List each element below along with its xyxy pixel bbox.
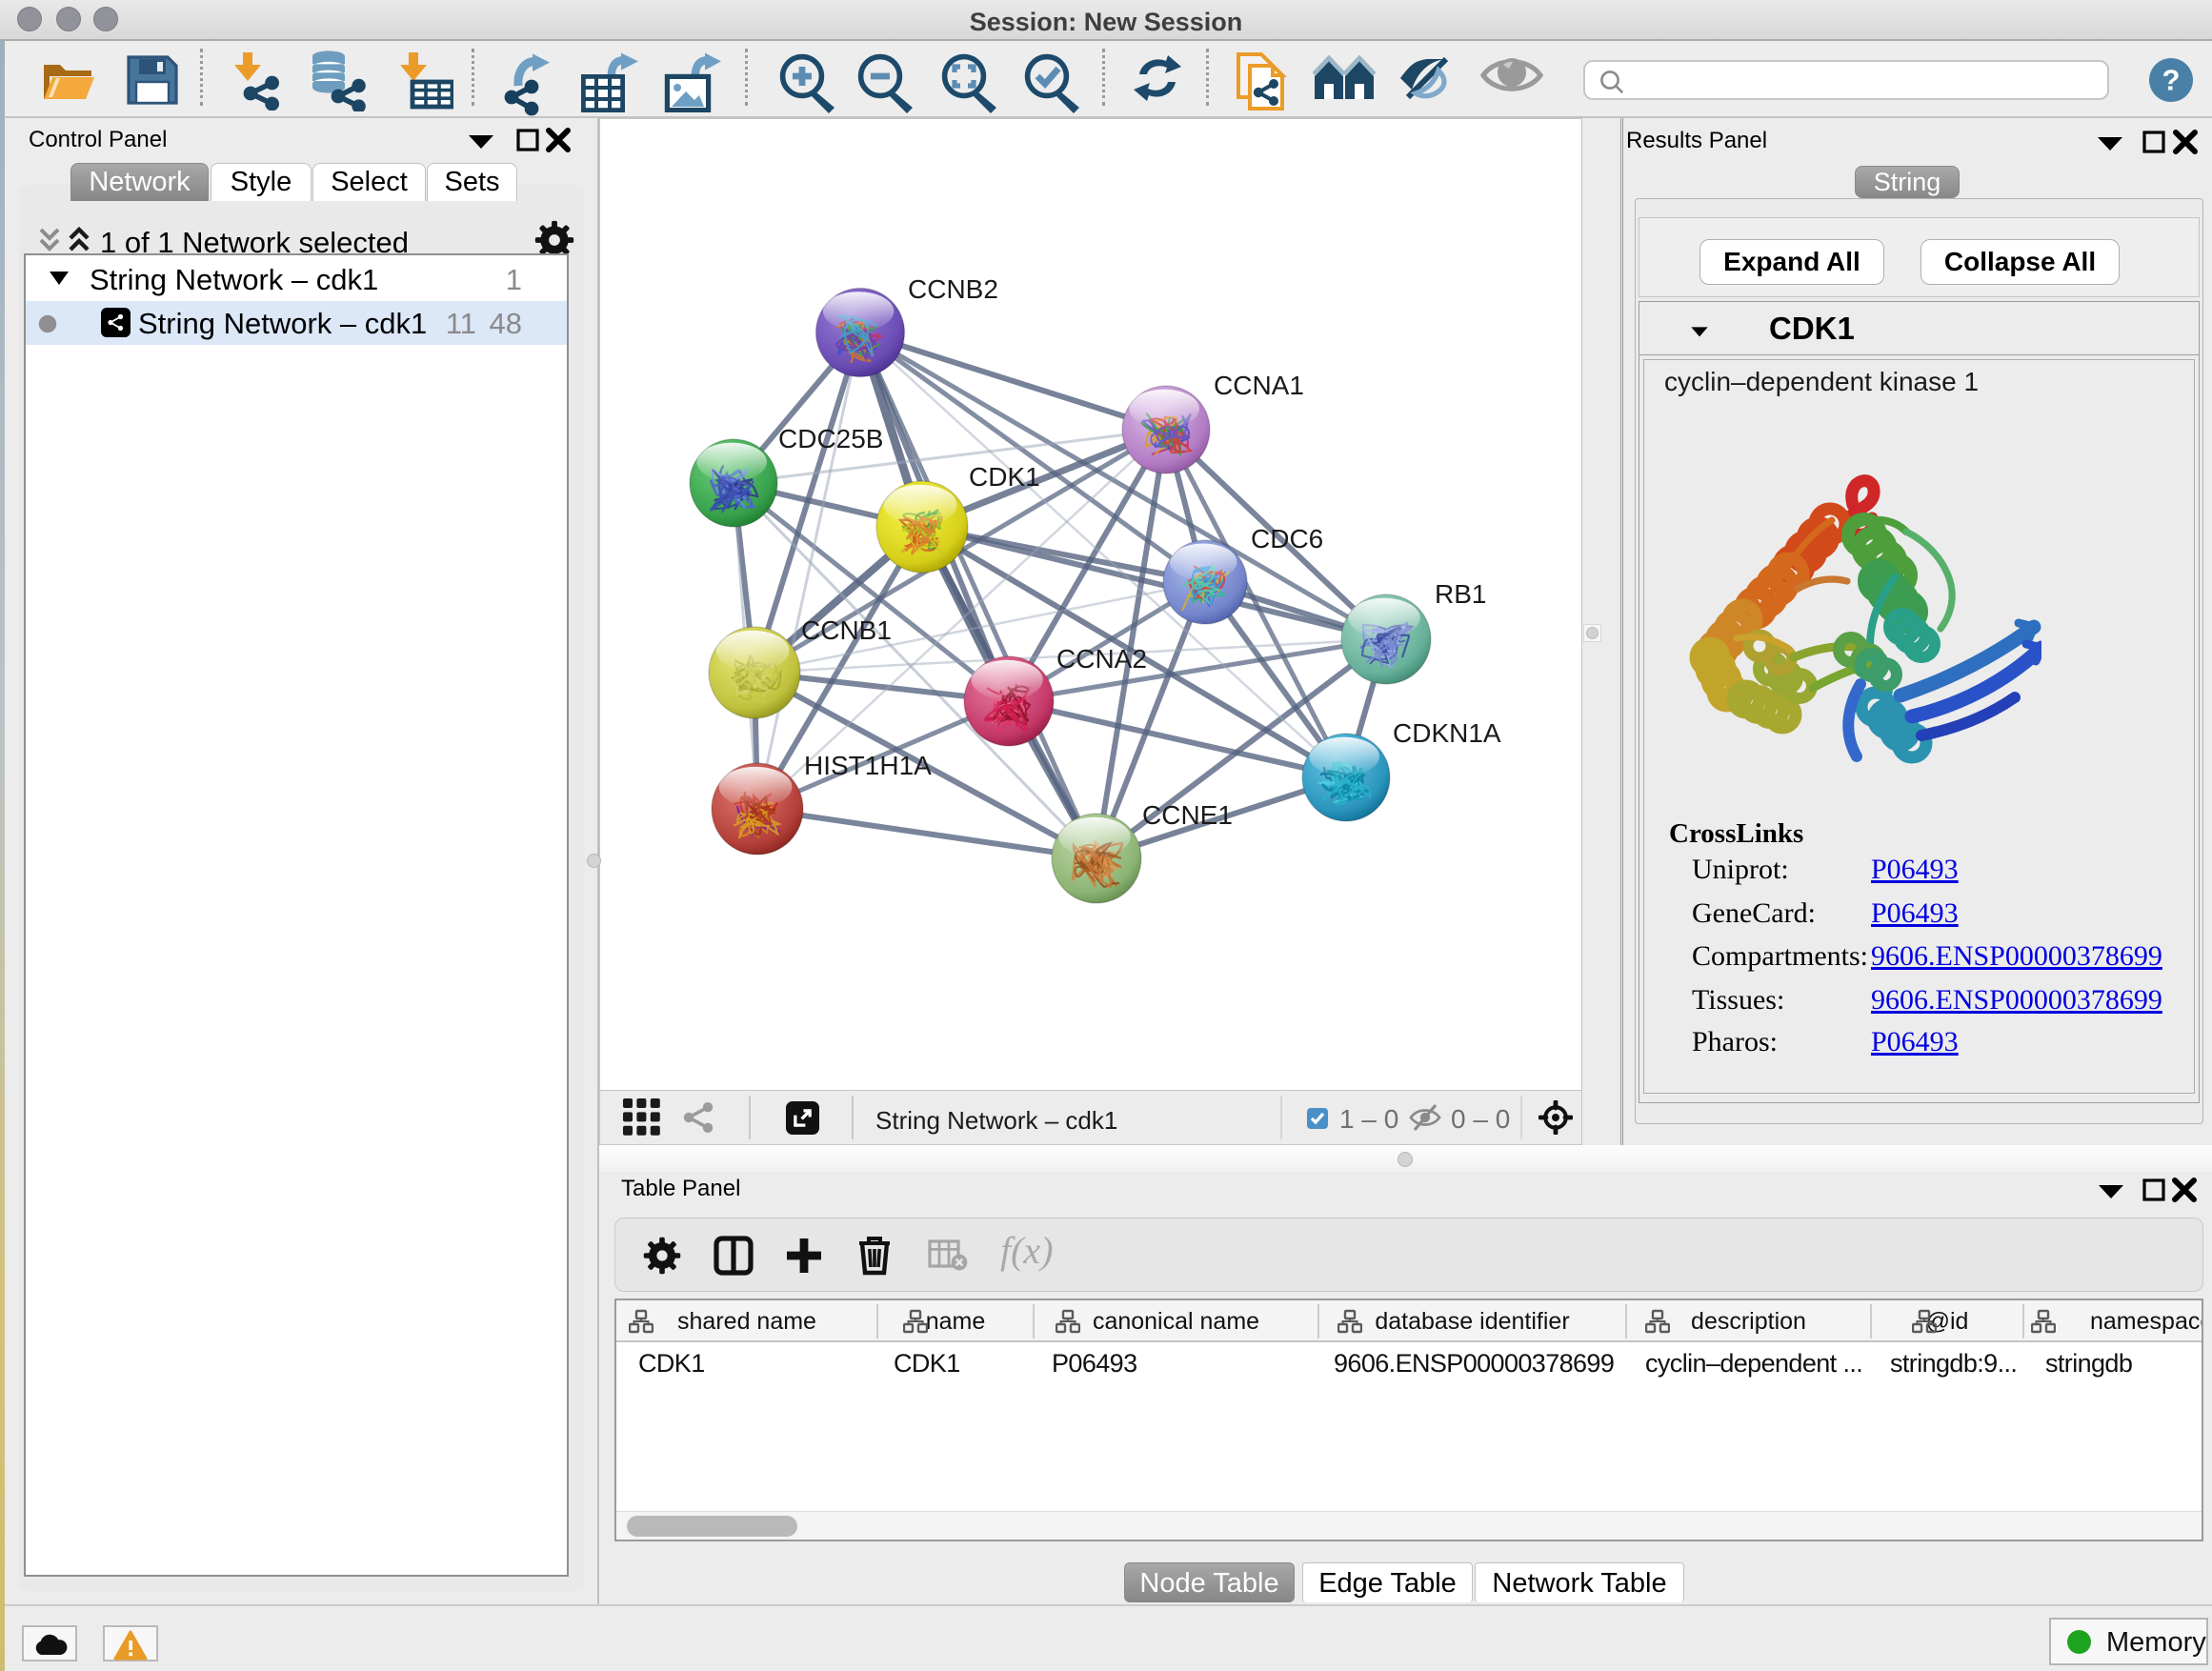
svg-text:CDC25B: CDC25B: [778, 424, 883, 453]
svg-text:CCNA2: CCNA2: [1056, 644, 1147, 674]
svg-text:CDC6: CDC6: [1251, 524, 1323, 554]
svg-text:CCNE1: CCNE1: [1142, 800, 1233, 830]
svg-text:HIST1H1A: HIST1H1A: [804, 751, 932, 780]
svg-text:CCNB2: CCNB2: [908, 274, 998, 304]
svg-text:CCNA1: CCNA1: [1214, 371, 1304, 400]
svg-text:CDK1: CDK1: [969, 462, 1040, 492]
svg-text:CCNB1: CCNB1: [801, 615, 892, 645]
svg-text:CDKN1A: CDKN1A: [1393, 718, 1501, 748]
svg-text:?: ?: [2162, 63, 2181, 96]
svg-text:RB1: RB1: [1435, 579, 1486, 609]
